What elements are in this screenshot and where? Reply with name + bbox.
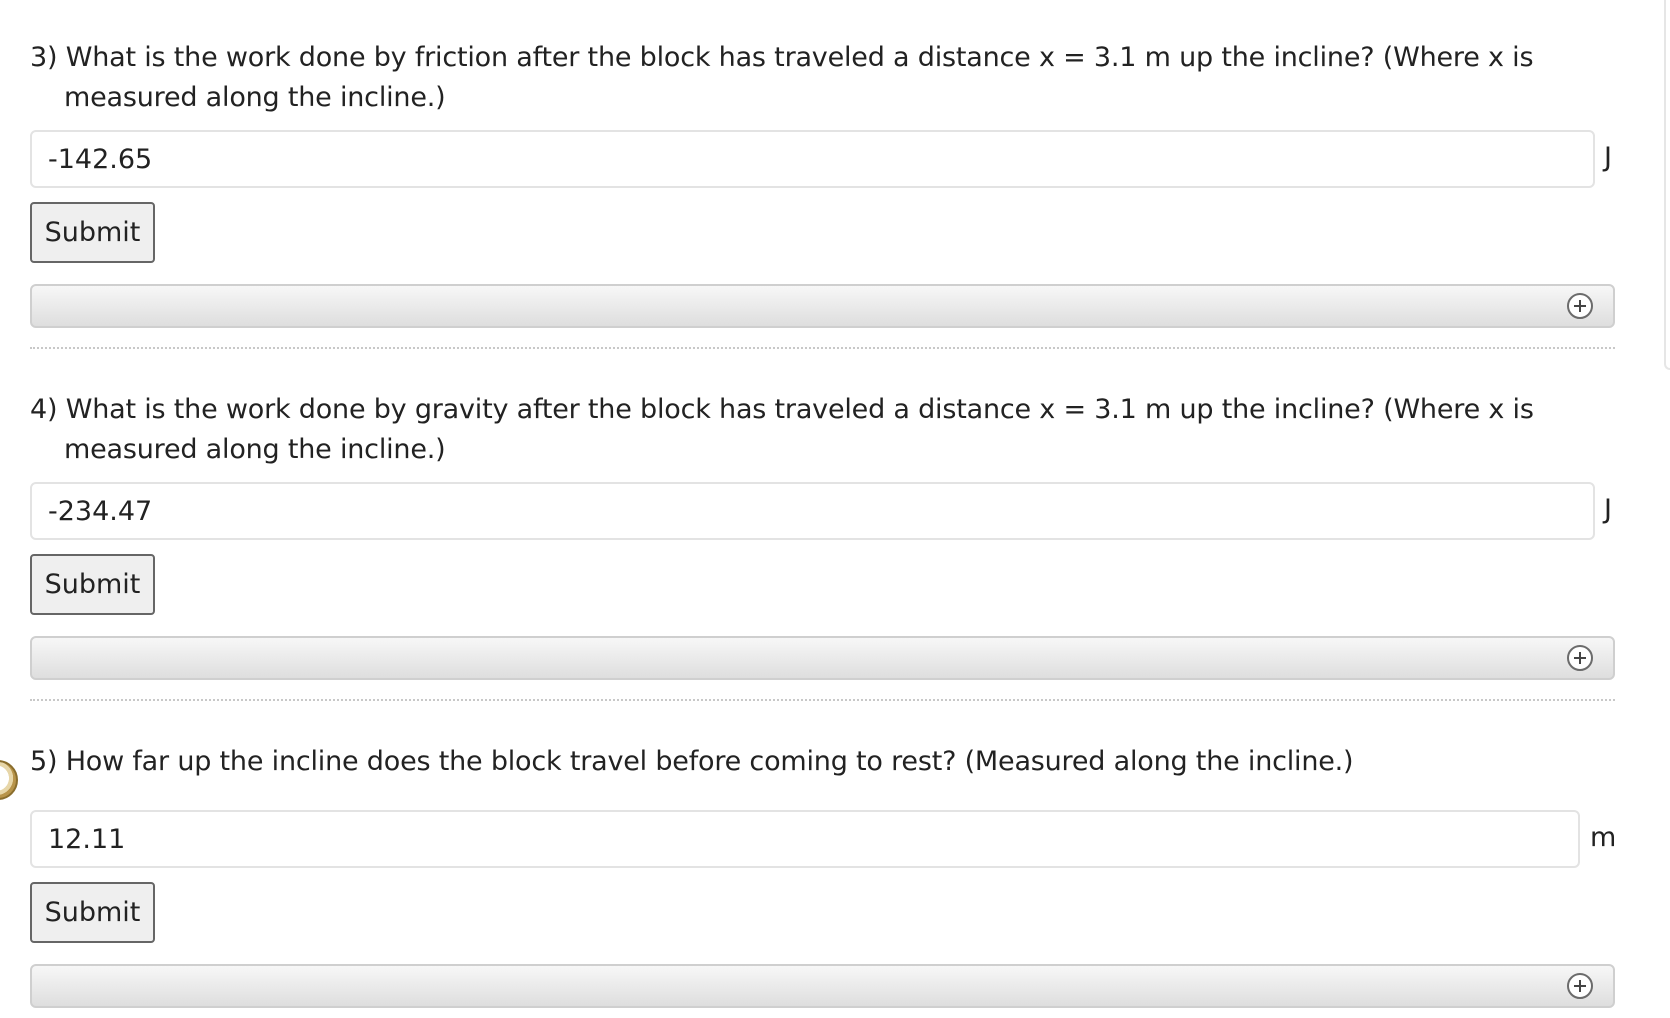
question-3-submit-button[interactable]: Submit [30, 202, 155, 263]
question-3-expand-bar[interactable] [30, 284, 1615, 328]
question-5-answer-input[interactable] [30, 810, 1580, 868]
clock-icon[interactable] [0, 760, 18, 800]
question-5-expand-bar[interactable] [30, 964, 1615, 1008]
question-4-unit: J [1604, 494, 1612, 525]
homework-page: 3) What is the work done by friction aft… [0, 0, 1670, 1018]
question-5-submit-button[interactable]: Submit [30, 882, 155, 943]
question-5-unit: m [1590, 822, 1617, 853]
question-4: 4) What is the work done by gravity afte… [30, 390, 1615, 470]
question-4-submit-button[interactable]: Submit [30, 554, 155, 615]
question-3-text: 3) What is the work done by friction aft… [30, 42, 1534, 113]
scrollbar-edge[interactable] [1664, 0, 1670, 370]
question-4-answer-row: J [30, 482, 1615, 544]
plus-circle-icon[interactable] [1567, 293, 1593, 319]
question-divider [30, 347, 1615, 349]
question-3-answer-input[interactable] [30, 130, 1595, 188]
question-4-answer-input[interactable] [30, 482, 1595, 540]
question-3-unit: J [1604, 142, 1612, 173]
question-5-text: 5) How far up the incline does the block… [30, 746, 1354, 777]
question-5: 5) How far up the incline does the block… [30, 742, 1615, 782]
question-3: 3) What is the work done by friction aft… [30, 38, 1615, 118]
question-5-answer-row: m [30, 810, 1617, 872]
question-4-text: 4) What is the work done by gravity afte… [30, 394, 1534, 465]
question-4-expand-bar[interactable] [30, 636, 1615, 680]
plus-circle-icon[interactable] [1567, 645, 1593, 671]
question-divider [30, 699, 1615, 701]
plus-circle-icon[interactable] [1567, 973, 1593, 999]
question-3-answer-row: J [30, 130, 1615, 192]
